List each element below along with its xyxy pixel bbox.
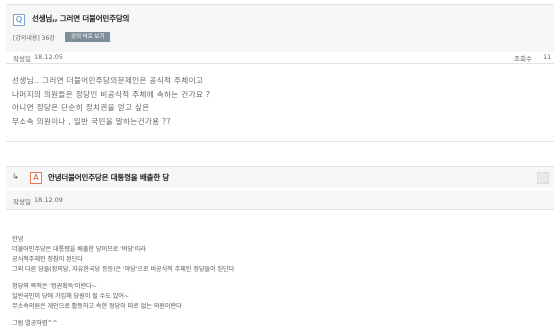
question-line: 나머지의 의원들은 정당인 비공식적 주체에 속하는 건가요 ? <box>12 90 211 99</box>
answer-date-label: 작성일 <box>13 198 31 206</box>
question-date: 18.12.05 <box>34 53 63 61</box>
lecture-meta: [강의내용] 36강 <box>13 35 55 42</box>
answer-badge: A <box>30 172 42 184</box>
answer-body: 안녕 더불어민주당은 대통령을 배출한 당이므로 '여당'이라 공식적주체인 정… <box>6 212 554 327</box>
view-lecture-button[interactable]: 강의 바로 보기 <box>65 32 111 42</box>
expand-toggle-button[interactable] <box>537 172 549 184</box>
answer-line: 정당의 목적은 '정권획득'이란다~ <box>12 283 97 290</box>
answer-line: 일반국민이 당에 가입해 당원이 될 수도 있어~ <box>12 293 129 300</box>
question-line: 선생님.. 그러면 더불어민주당의문제인은 공식적 주체이고 <box>12 76 204 85</box>
answer-line: 공식적주체인 정참이 된단다 <box>12 256 83 263</box>
answer-line: 안녕 <box>12 236 24 243</box>
question-header: Q 선생님,, 그러면 더불어민주당의 [강의내용] 36강 강의 바로 보기 <box>6 4 554 52</box>
views-count: 11 <box>543 53 552 61</box>
question-badge: Q <box>13 14 25 26</box>
answer-info-row: 작성일 18.12.09 <box>6 190 554 210</box>
answer-line: 무소속의원은 개인으로 활동하고 속한 정당이 따로 없는 의원이란다 <box>12 303 182 310</box>
question-title: 선생님,, 그러면 더불어민주당의 <box>32 14 130 23</box>
question-line: 아니면 정당은 단순히 정치권을 얻고 싶은 <box>12 103 150 112</box>
question-line: 무소속 의원이나 , 일반 국민을 말하는건가용 ?? <box>12 117 171 126</box>
answer-date: 18.12.09 <box>34 196 63 204</box>
answer-title: 안녕더불어민주당은 대통령을 배출한 당 <box>48 173 170 182</box>
question-body: 선생님.. 그러면 더불어민주당의문제인은 공식적 주체이고 나머지의 의원들은… <box>6 67 554 142</box>
question-info-row: 작성일 18.12.05 조회수 11 <box>6 50 554 64</box>
question-date-label: 작성일 <box>13 55 31 63</box>
answer-line: 그외 다른 당들(정의당, 자유한국당 등등)은 '야당'으로 비공식적 주체인… <box>12 266 235 273</box>
answer-line: 그럼 열공하렴^^ <box>12 320 58 327</box>
answer-header: ↳ A 안녕더불어민주당은 대통령을 배출한 당 <box>6 166 554 188</box>
answer-line: 더불어민주당은 대통령을 배출한 당이므로 '여당'이라 <box>12 246 146 253</box>
reply-arrow-icon: ↳ <box>12 172 19 181</box>
views-label: 조회수 <box>514 55 532 63</box>
